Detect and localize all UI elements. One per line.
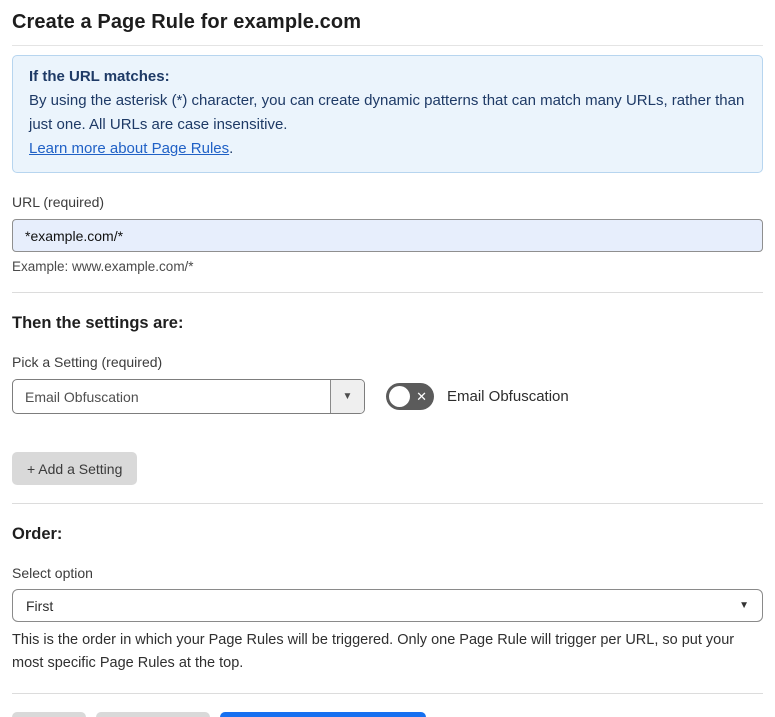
- pick-setting-label: Pick a Setting (required): [12, 354, 163, 370]
- save-as-draft-button[interactable]: Save as Draft: [95, 712, 211, 717]
- chevron-down-icon: ▼: [739, 600, 749, 611]
- order-section-heading: Order:: [12, 525, 63, 543]
- setting-select-value: Email Obfuscation: [25, 388, 139, 405]
- url-matches-info-box: If the URL matches: By using the asteris…: [12, 55, 763, 173]
- save-and-deploy-button[interactable]: Save and Deploy Page Rule: [220, 712, 427, 717]
- setting-row: Email Obfuscation ▼ ✕ Email Obfuscation: [12, 379, 763, 414]
- learn-more-link[interactable]: Learn more about Page Rules: [29, 140, 229, 157]
- order-select[interactable]: First ▼: [12, 589, 763, 622]
- x-icon: ✕: [416, 388, 427, 404]
- section-divider-2: [12, 503, 763, 504]
- setting-select[interactable]: Email Obfuscation ▼: [12, 379, 365, 414]
- order-helper-text: This is the order in which your Page Rul…: [12, 632, 735, 671]
- info-box-heading: If the URL matches:: [29, 68, 170, 85]
- cancel-button[interactable]: Cancel: [12, 712, 86, 717]
- footer-actions: Cancel Save as Draft Save and Deploy Pag…: [12, 712, 763, 717]
- url-example-helper: Example: www.example.com/*: [12, 259, 194, 274]
- order-select-value: First: [26, 597, 54, 614]
- add-setting-button[interactable]: + Add a Setting: [12, 452, 138, 485]
- link-suffix: .: [229, 140, 234, 157]
- order-select-label: Select option: [12, 565, 93, 581]
- url-input[interactable]: [12, 219, 763, 252]
- page-rule-form: Create a Page Rule for example.com If th…: [0, 0, 775, 717]
- footer-divider: [12, 693, 763, 694]
- section-divider-1: [12, 292, 763, 293]
- toggle-caption: Email Obfuscation: [447, 388, 569, 405]
- info-box-body: By using the asterisk (*) character, you…: [29, 92, 745, 133]
- email-obfuscation-toggle[interactable]: ✕: [386, 383, 434, 410]
- url-label: URL (required): [12, 194, 105, 210]
- info-box-link-line: Learn more about Page Rules.: [29, 137, 746, 161]
- header-divider: [12, 45, 763, 46]
- page-title: Create a Page Rule for example.com: [12, 11, 362, 33]
- settings-section-heading: Then the settings are:: [12, 314, 184, 332]
- toggle-knob: [389, 386, 410, 407]
- chevron-down-icon[interactable]: ▼: [330, 380, 364, 413]
